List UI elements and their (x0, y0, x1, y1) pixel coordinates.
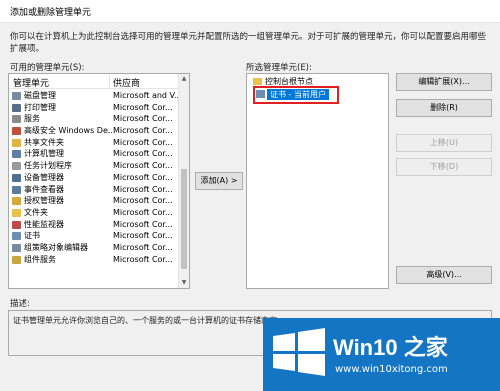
snapin-name: 事件查看器 (24, 184, 64, 194)
snapin-row[interactable]: 设备管理器 Microsoft Cor... (9, 172, 178, 184)
clock-icon (12, 162, 21, 171)
snapin-row[interactable]: 磁盘管理 Microsoft and V... (9, 90, 178, 102)
windows-logo-icon (273, 328, 325, 376)
advanced-button[interactable]: 高级(V)... (396, 266, 492, 284)
snapin-row[interactable]: 组策略对象编辑器 Microsoft Cor... (9, 242, 178, 254)
watermark-url: www.win10xitong.com (335, 364, 448, 375)
snapin-row[interactable]: 文件夹 Microsoft Cor... (9, 207, 178, 219)
snapin-vendor: Microsoft Cor... (113, 114, 173, 124)
computer-icon (12, 150, 21, 159)
snapin-name: 组策略对象编辑器 (24, 242, 88, 252)
snapin-vendor: Microsoft Cor... (113, 161, 173, 171)
snapin-vendor: Microsoft and V... (113, 91, 178, 100)
snapin-row[interactable]: 任务计划程序 Microsoft Cor... (9, 160, 178, 172)
snapin-vendor: Microsoft Cor... (113, 219, 173, 229)
snapin-row[interactable]: 授权管理器 Microsoft Cor... (9, 195, 178, 207)
selected-snapins-label: 所选管理单元(E): (246, 63, 312, 73)
folder-icon (12, 208, 21, 217)
console-root-label: 控制台根节点 (265, 77, 313, 86)
printer-icon (12, 103, 21, 112)
column-header-vendor[interactable]: 供应商 (113, 76, 140, 89)
snapin-vendor: Microsoft Cor... (113, 184, 173, 194)
snapin-vendor: Microsoft Cor... (113, 149, 173, 159)
snapin-name: 服务 (24, 114, 40, 124)
description-text: 证书管理单元允许你浏览自己的、一个服务的或一台计算机的证书存储内容。 (13, 316, 285, 325)
selected-snapins-list[interactable]: 控制台根节点 证书 - 当前用户 (246, 73, 389, 289)
snapin-name: 授权管理器 (24, 196, 64, 206)
snapin-vendor: Microsoft Cor... (113, 137, 173, 147)
move-up-button[interactable]: 上移(U) (396, 134, 492, 152)
group-policy-icon (12, 243, 21, 252)
scroll-thumb[interactable] (181, 169, 187, 269)
list-header: 管理单元 供应商 (9, 74, 178, 89)
snapin-name: 设备管理器 (24, 172, 64, 182)
snapin-name: 性能监视器 (24, 219, 64, 229)
device-icon (12, 173, 21, 182)
column-header-snapin[interactable]: 管理单元 (13, 76, 49, 89)
snapin-row[interactable]: 证书 Microsoft Cor... (9, 230, 178, 242)
snapin-vendor: Microsoft Cor... (113, 172, 173, 182)
description-label: 描述: (10, 299, 30, 309)
snapin-row[interactable]: 共享文件夹 Microsoft Cor... (9, 137, 178, 149)
scroll-down-icon[interactable]: ▼ (179, 278, 189, 288)
scroll-up-icon[interactable]: ▲ (179, 74, 189, 84)
title-bar: 添加或删除管理单元 (0, 0, 500, 23)
snapin-vendor: Microsoft Cor... (113, 196, 173, 206)
remove-button[interactable]: 删除(R) (396, 99, 492, 117)
snapin-row[interactable]: 打印管理 Microsoft Cor... (9, 102, 178, 114)
add-button[interactable]: 添加(A) > (195, 172, 243, 190)
shared-folder-icon (12, 138, 21, 147)
snapin-name: 共享文件夹 (24, 137, 64, 147)
snapin-vendor: Microsoft Cor... (113, 207, 173, 217)
snapin-name: 证书 (24, 231, 40, 241)
event-icon (12, 185, 21, 194)
gear-icon (12, 115, 21, 124)
snapin-name: 组件服务 (24, 254, 56, 264)
snapin-row[interactable]: 性能监视器 Microsoft Cor... (9, 219, 178, 231)
disk-icon (12, 92, 21, 100)
watermark-banner: Win10 之家 www.win10xitong.com (263, 318, 500, 391)
snapin-name: 磁盘管理 (24, 91, 56, 100)
certificate-current-user-node[interactable]: 证书 - 当前用户 (253, 86, 339, 104)
move-down-button[interactable]: 下移(D) (396, 158, 492, 176)
list-scrollbar[interactable]: ▲ ▼ (178, 74, 189, 288)
add-remove-snapins-dialog: 添加或删除管理单元 你可以在计算机上为此控制台选择可用的管理单元并配置所选的一组… (0, 0, 500, 391)
certificate-icon (12, 232, 21, 241)
snapin-name: 高级安全 Windows De... (24, 126, 116, 136)
folder-icon (253, 78, 262, 85)
certificate-icon (256, 90, 265, 98)
snapin-row[interactable]: 高级安全 Windows De... Microsoft Cor... (9, 125, 178, 137)
snapin-vendor: Microsoft Cor... (113, 102, 173, 112)
snapin-vendor: Microsoft Cor... (113, 126, 173, 136)
snapin-row[interactable]: 服务 Microsoft Cor... (9, 113, 178, 125)
snapin-vendor: Microsoft Cor... (113, 231, 173, 241)
snapin-vendor: Microsoft Cor... (113, 242, 173, 252)
available-snapins-list[interactable]: 管理单元 供应商 磁盘管理 Microsoft and V... 打印管理 Micro… (8, 73, 190, 289)
firewall-icon (12, 127, 21, 136)
component-icon (12, 255, 21, 264)
intro-text: 你可以在计算机上为此控制台选择可用的管理单元并配置所选的一组管理单元。对于可扩展… (10, 32, 487, 54)
snapin-name: 打印管理 (24, 102, 56, 112)
edit-extensions-button[interactable]: 编辑扩展(X)... (396, 73, 492, 91)
snapin-vendor: Microsoft Cor... (113, 254, 173, 264)
snapin-row[interactable]: 事件查看器 Microsoft Cor... (9, 184, 178, 196)
window-title: 添加或删除管理单元 (10, 8, 92, 18)
certificate-current-user-label: 证书 - 当前用户 (267, 89, 329, 100)
snapin-name: 计算机管理 (24, 149, 64, 159)
snapin-rows: 磁盘管理 Microsoft and V... 打印管理 Microsoft Cor.… (9, 90, 178, 265)
snapin-row[interactable]: 计算机管理 Microsoft Cor... (9, 148, 178, 160)
column-divider[interactable] (109, 74, 110, 88)
snapin-name: 任务计划程序 (24, 161, 72, 171)
snapin-name: 文件夹 (24, 207, 48, 217)
available-snapins-label: 可用的管理单元(S): (10, 63, 85, 73)
authorization-icon (12, 197, 21, 206)
watermark-brand: Win10 之家 (333, 335, 448, 360)
performance-icon (12, 220, 21, 229)
snapin-row[interactable]: 组件服务 Microsoft Cor... (9, 254, 178, 266)
